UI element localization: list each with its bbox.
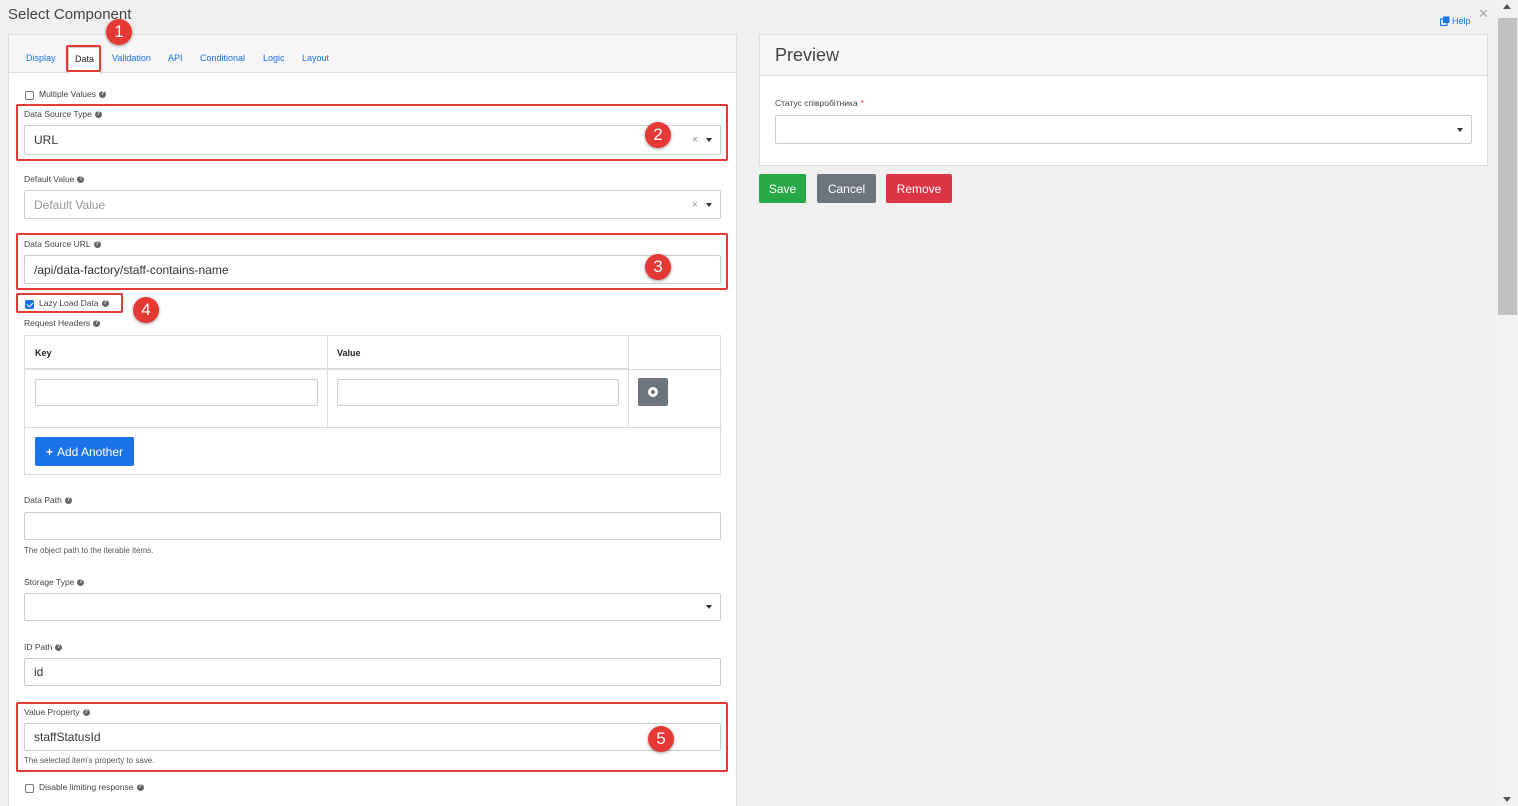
- tab-layout[interactable]: Layout: [302, 53, 329, 63]
- tab-validation[interactable]: Validation: [112, 53, 151, 63]
- column-header-key: Key: [25, 336, 327, 369]
- vertical-scrollbar[interactable]: [1497, 0, 1518, 806]
- help-icon: ?: [64, 496, 72, 504]
- plus-icon: +: [45, 444, 53, 459]
- highlight-box-lazy-load: [16, 293, 123, 313]
- divider: [25, 427, 722, 428]
- id-path-input[interactable]: id: [24, 658, 721, 686]
- multiple-values-label: Multiple Values ?: [39, 89, 107, 99]
- tab-conditional[interactable]: Conditional: [200, 53, 245, 63]
- preview-select[interactable]: [775, 115, 1472, 144]
- default-value-placeholder: Default Value: [34, 197, 106, 212]
- header-value-input[interactable]: [337, 379, 619, 406]
- request-headers-table: Key Value + Add Another: [24, 335, 722, 475]
- tab-api[interactable]: API: [168, 53, 183, 63]
- multiple-values-text: Multiple Values: [39, 89, 97, 99]
- tab-display[interactable]: Display: [26, 53, 56, 63]
- chevron-down-icon: [706, 202, 712, 207]
- remove-button[interactable]: Remove: [886, 174, 952, 203]
- default-value-label: Default Value ?: [24, 174, 85, 184]
- data-path-description: The object path to the iterable items.: [24, 546, 154, 555]
- default-value-text: Default Value: [24, 174, 75, 184]
- preview-field-text: Статус співробітника: [775, 98, 858, 108]
- highlight-box-tab-data: [66, 45, 101, 72]
- header-key-input[interactable]: [35, 379, 318, 406]
- divider: [628, 336, 629, 428]
- storage-type-label: Storage Type ?: [24, 577, 85, 587]
- divider: [327, 336, 328, 428]
- disable-limiting-label: Disable limiting response ?: [39, 782, 144, 792]
- storage-type-text: Storage Type: [24, 577, 75, 587]
- help-icon: ?: [93, 319, 101, 327]
- data-path-text: Data Path: [24, 495, 62, 505]
- annotation-marker-2: 2: [645, 122, 671, 148]
- multiple-values-checkbox[interactable]: [25, 91, 34, 100]
- id-path-value: id: [34, 665, 44, 679]
- highlight-box-value-property: [16, 702, 728, 772]
- id-path-label: ID Path ?: [24, 642, 63, 652]
- remove-row-button[interactable]: [638, 378, 668, 406]
- scroll-down-icon[interactable]: [1503, 797, 1511, 802]
- chevron-down-icon: [706, 605, 712, 609]
- annotation-marker-5: 5: [648, 726, 674, 752]
- tab-logic[interactable]: Logic: [263, 53, 285, 63]
- scroll-up-icon[interactable]: [1503, 4, 1511, 9]
- preview-field-label: Статус співробітника *: [775, 98, 864, 108]
- required-mark: *: [860, 98, 864, 108]
- preview-title: Preview: [760, 35, 1487, 76]
- save-button[interactable]: Save: [759, 174, 806, 203]
- external-link-icon: [1440, 16, 1450, 26]
- help-icon: ?: [99, 90, 107, 98]
- data-path-label: Data Path ?: [24, 495, 72, 505]
- request-headers-text: Request Headers: [24, 318, 91, 328]
- preview-panel: Preview Статус співробітника *: [759, 34, 1488, 166]
- data-path-input[interactable]: [24, 512, 721, 540]
- annotation-marker-3: 3: [645, 254, 671, 280]
- disable-limiting-checkbox[interactable]: [25, 784, 34, 793]
- disable-limiting-text: Disable limiting response: [39, 782, 134, 792]
- help-icon: ?: [55, 643, 63, 651]
- highlight-box-data-source-url: [16, 233, 728, 290]
- annotation-marker-4: 4: [133, 297, 159, 323]
- help-label: Help: [1452, 16, 1471, 26]
- clear-icon[interactable]: ×: [692, 199, 698, 211]
- chevron-down-icon: [1457, 127, 1463, 132]
- id-path-text: ID Path: [24, 642, 53, 652]
- annotation-marker-1: 1: [106, 19, 132, 45]
- add-another-label: Add Another: [56, 444, 124, 459]
- add-another-button[interactable]: + Add Another: [35, 437, 134, 466]
- help-link[interactable]: Help: [1440, 16, 1471, 26]
- close-icon[interactable]: ✕: [1478, 6, 1489, 22]
- default-value-select[interactable]: Default Value ×: [24, 190, 721, 219]
- storage-type-select[interactable]: [24, 593, 721, 621]
- help-icon: ?: [77, 175, 85, 183]
- scrollbar-thumb[interactable]: [1498, 18, 1517, 315]
- highlight-box-data-source-type: [16, 104, 728, 161]
- request-headers-label: Request Headers ?: [24, 318, 101, 328]
- cancel-button[interactable]: Cancel: [817, 174, 876, 203]
- column-header-value: Value: [327, 336, 629, 369]
- help-icon: ?: [136, 783, 144, 791]
- help-icon: ?: [77, 578, 85, 586]
- divider: [25, 369, 722, 370]
- remove-circle-icon: [648, 387, 658, 397]
